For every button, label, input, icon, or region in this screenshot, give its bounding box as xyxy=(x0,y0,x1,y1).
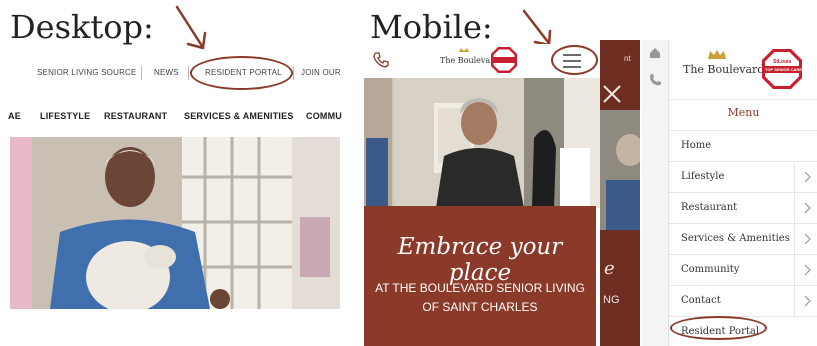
mobile-menu-panel: The Boulevard StLouis TOP SENIOR CARE Me… xyxy=(668,40,817,346)
main-nav-home-partial[interactable]: AE xyxy=(8,111,21,121)
menu-item-label: Contact xyxy=(681,295,721,306)
annotation-arrow-mobile xyxy=(522,9,552,47)
main-nav-services-amenities[interactable]: SERVICES & AMENITIES xyxy=(184,111,294,121)
chevron-right-icon[interactable] xyxy=(794,286,817,316)
main-nav-restaurant[interactable]: RESTAURANT xyxy=(104,111,167,121)
banner-subtitle: AT THE BOULEVARD SENIOR LIVING OF SAINT … xyxy=(364,279,596,317)
mobile-phone-home: The Boulevard Embrace your place AT THE … xyxy=(364,44,602,346)
divider xyxy=(188,66,189,80)
overlay-fragment-3: NG xyxy=(603,294,620,306)
banner-subtitle-line-1: AT THE BOULEVARD SENIOR LIVING xyxy=(375,281,585,295)
top-nav-join-our[interactable]: JOIN OUR xyxy=(301,68,341,77)
main-nav-community-partial[interactable]: COMMU xyxy=(306,111,342,121)
menu-item-restaurant[interactable]: Restaurant xyxy=(669,192,817,223)
home-icon[interactable] xyxy=(648,46,662,60)
menu-item-contact[interactable]: Contact xyxy=(669,285,817,316)
chevron-right-icon[interactable] xyxy=(794,193,817,223)
menu-item-services-amenities[interactable]: Services & Amenities xyxy=(669,223,817,254)
close-icon[interactable] xyxy=(602,84,622,104)
top-nav-senior-living-source[interactable]: SENIOR LIVING SOURCE xyxy=(37,68,137,77)
overlay-fragment-2: e xyxy=(604,258,615,279)
mobile-hero-photo xyxy=(364,78,602,208)
highlight-oval-menu-resident-portal xyxy=(670,316,767,340)
mobile-hero-banner: Embrace your place AT THE BOULEVARD SENI… xyxy=(364,206,596,346)
banner-subtitle-line-2: OF SAINT CHARLES xyxy=(422,300,538,314)
badge-main-text: TOP SENIOR CARE xyxy=(765,67,802,72)
desktop-label: Desktop: xyxy=(10,8,154,46)
divider xyxy=(141,66,142,80)
badge-top-text: StLouis xyxy=(773,59,792,65)
menu-item-label: Services & Amenities xyxy=(681,233,790,244)
menu-title: Menu xyxy=(727,106,760,119)
menu-side-rail xyxy=(642,40,668,346)
main-nav-lifestyle[interactable]: LIFESTYLE xyxy=(40,111,90,121)
menu-item-lifestyle[interactable]: Lifestyle xyxy=(669,161,817,192)
phone-icon-rail[interactable] xyxy=(648,73,662,87)
desktop-top-nav: SENIOR LIVING SOURCE NEWS RESIDENT PORTA… xyxy=(0,66,345,82)
menu-list: Home Lifestyle Restaurant Services & Ame… xyxy=(669,130,817,346)
menu-item-label: Community xyxy=(681,264,740,275)
top-nav-news[interactable]: NEWS xyxy=(154,68,179,77)
desktop-main-nav: AE LIFESTYLE RESTAURANT SERVICES & AMENI… xyxy=(0,111,345,125)
menu-item-home[interactable]: Home xyxy=(669,130,817,161)
menu-item-label: Lifestyle xyxy=(681,171,725,182)
annotation-arrow-desktop xyxy=(175,5,207,50)
overlay-photo-strip xyxy=(600,110,640,230)
menu-logo-text: The Boulevard xyxy=(683,63,765,76)
chevron-right-icon[interactable] xyxy=(794,224,817,254)
desktop-hero-photo xyxy=(10,137,340,309)
phone-icon[interactable] xyxy=(372,51,390,69)
overlay-fragment-1: nt xyxy=(624,54,631,63)
chevron-right-icon[interactable] xyxy=(794,162,817,192)
crown-logo-icon xyxy=(708,50,726,59)
menu-item-community[interactable]: Community xyxy=(669,254,817,285)
menu-item-label: Restaurant xyxy=(681,202,738,213)
chevron-right-icon[interactable] xyxy=(794,255,817,285)
mobile-label: Mobile: xyxy=(370,8,493,46)
highlight-oval-resident-portal xyxy=(190,56,293,90)
menu-item-label: Home xyxy=(681,140,712,151)
menu-logo-area: The Boulevard StLouis TOP SENIOR CARE xyxy=(669,40,817,100)
top-senior-care-badge-icon xyxy=(491,47,517,73)
divider xyxy=(293,66,294,80)
highlight-oval-hamburger xyxy=(551,45,598,75)
